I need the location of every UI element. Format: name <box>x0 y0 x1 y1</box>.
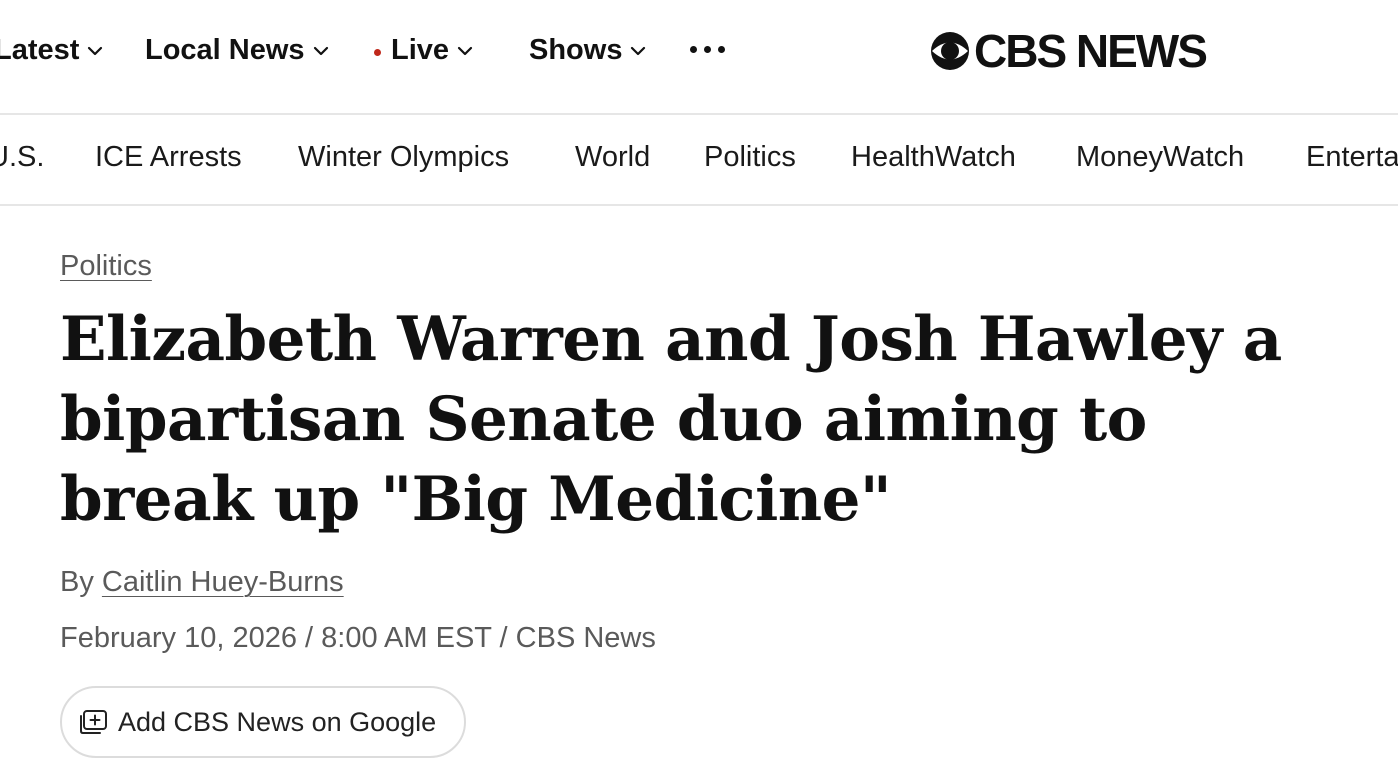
ellipsis-icon-dot <box>718 46 725 53</box>
brand-wordmark: CBS NEWS <box>974 25 1208 77</box>
article-dateline: February 10, 2026 / 8:00 AM EST / CBS Ne… <box>60 622 656 654</box>
article-byline: By Caitlin Huey-Burns <box>60 566 344 599</box>
section-link-politics[interactable]: Politics <box>704 141 796 174</box>
nav-local-news[interactable]: Local News <box>145 30 329 70</box>
top-navigation: Latest Local News Live Shows CBS NEWS <box>0 0 1398 115</box>
byline-prefix: By <box>60 566 94 598</box>
author-link[interactable]: Caitlin Huey-Burns <box>102 566 344 598</box>
cbs-eye-icon <box>931 32 969 70</box>
nav-shows-label: Shows <box>529 33 623 66</box>
nav-live[interactable]: Live <box>374 30 473 70</box>
live-indicator-dot <box>374 48 381 56</box>
section-link-us[interactable]: U.S. <box>0 141 44 174</box>
section-link-healthwatch[interactable]: HealthWatch <box>851 141 1016 174</box>
section-navigation: U.S. ICE Arrests Winter Olympics World P… <box>0 117 1398 206</box>
chevron-down-icon <box>457 46 473 56</box>
section-link-world[interactable]: World <box>575 141 650 174</box>
ellipsis-icon-dot <box>704 46 711 53</box>
add-to-google-label: Add CBS News on Google <box>118 706 437 737</box>
chevron-down-icon <box>313 46 328 56</box>
add-source-icon <box>80 710 107 734</box>
ellipsis-icon-dot <box>690 46 697 53</box>
add-to-google-button[interactable]: Add CBS News on Google <box>60 686 466 758</box>
cbs-news-logo[interactable]: CBS NEWS <box>930 25 1208 77</box>
chevron-down-icon <box>88 46 103 56</box>
section-link-entertainment[interactable]: Entertainment <box>1306 141 1398 174</box>
section-link-ice-arrests[interactable]: ICE Arrests <box>95 141 242 174</box>
nav-live-label: Live <box>391 33 450 66</box>
nav-latest-label: Latest <box>0 33 80 66</box>
nav-shows[interactable]: Shows <box>529 30 646 70</box>
article-headline: Elizabeth Warren and Josh Hawley a bipar… <box>60 304 1282 535</box>
nav-local-news-label: Local News <box>145 33 305 66</box>
nav-latest[interactable]: Latest <box>0 30 103 70</box>
chevron-down-icon <box>631 46 646 56</box>
more-menu-button[interactable] <box>688 44 727 55</box>
section-link-winter-olympics[interactable]: Winter Olympics <box>298 141 509 174</box>
article-category-link[interactable]: Politics <box>60 250 152 283</box>
section-link-moneywatch[interactable]: MoneyWatch <box>1076 141 1244 174</box>
